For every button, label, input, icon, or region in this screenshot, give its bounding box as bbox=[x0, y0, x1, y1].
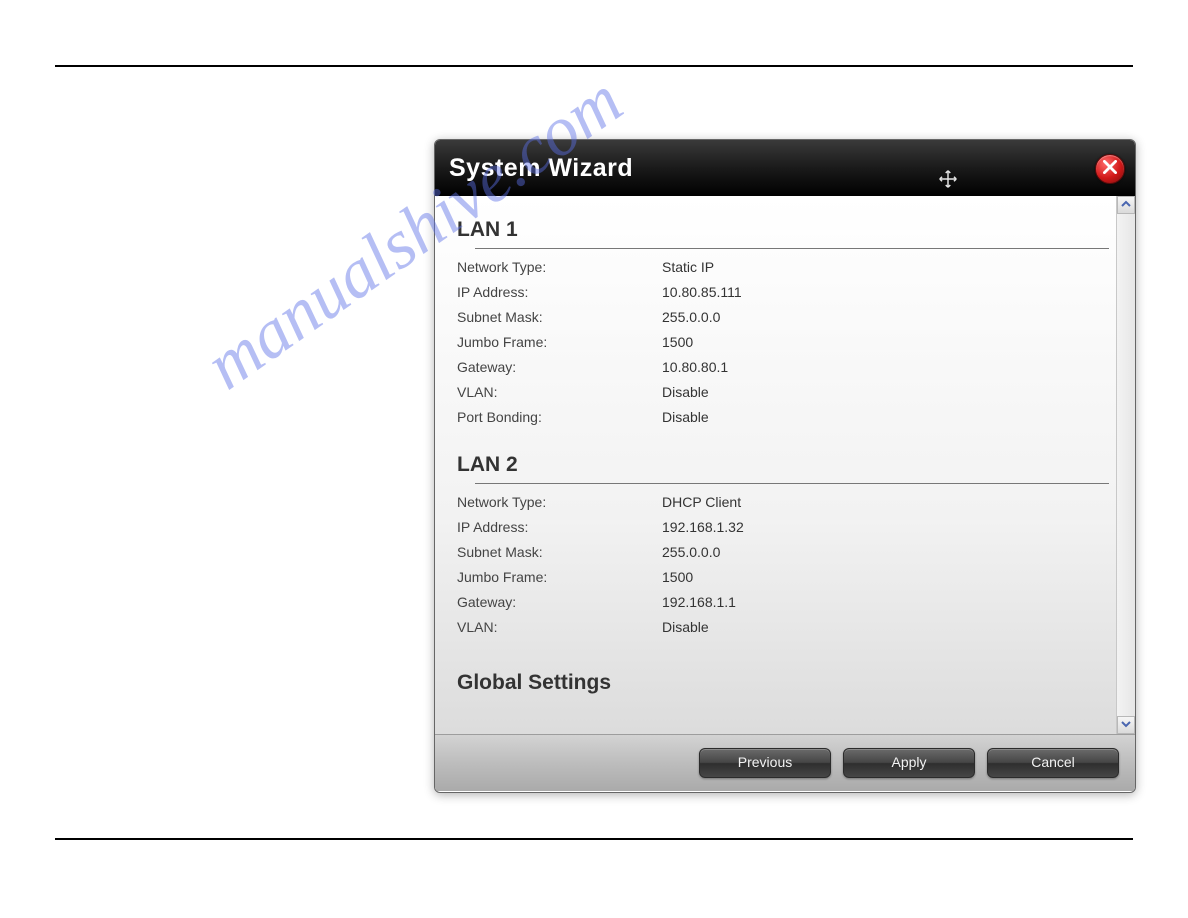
chevron-up-icon bbox=[1121, 196, 1131, 214]
lan1-port-bonding-row: Port Bonding: Disable bbox=[457, 409, 1127, 425]
section-title-lan2: LAN 2 bbox=[457, 453, 1127, 477]
field-value: Disable bbox=[662, 384, 709, 400]
field-value: Disable bbox=[662, 409, 709, 425]
lan2-vlan-row: VLAN: Disable bbox=[457, 619, 1127, 635]
vertical-scrollbar[interactable] bbox=[1116, 196, 1135, 734]
dialog-body: LAN 1 Network Type: Static IP IP Address… bbox=[435, 196, 1135, 734]
lan2-gateway-row: Gateway: 192.168.1.1 bbox=[457, 594, 1127, 610]
field-label: Jumbo Frame: bbox=[457, 569, 662, 585]
field-value: 192.168.1.1 bbox=[662, 594, 736, 610]
field-label: Jumbo Frame: bbox=[457, 334, 662, 350]
dialog-footer: Previous Apply Cancel bbox=[435, 734, 1135, 791]
field-value: 255.0.0.0 bbox=[662, 544, 720, 560]
page-top-rule bbox=[55, 65, 1133, 67]
field-value: 1500 bbox=[662, 334, 693, 350]
field-value: 1500 bbox=[662, 569, 693, 585]
field-label: Network Type: bbox=[457, 494, 662, 510]
field-label: IP Address: bbox=[457, 284, 662, 300]
section-title-lan1: LAN 1 bbox=[457, 218, 1127, 242]
lan1-ip-address-row: IP Address: 10.80.85.111 bbox=[457, 284, 1127, 300]
page-bottom-rule bbox=[55, 838, 1133, 840]
field-value: 255.0.0.0 bbox=[662, 309, 720, 325]
previous-button[interactable]: Previous bbox=[699, 748, 831, 778]
dialog-title: System Wizard bbox=[449, 154, 633, 183]
scroll-content: LAN 1 Network Type: Static IP IP Address… bbox=[435, 196, 1127, 738]
lan2-ip-address-row: IP Address: 192.168.1.32 bbox=[457, 519, 1127, 535]
field-label: VLAN: bbox=[457, 619, 662, 635]
field-value: Static IP bbox=[662, 259, 714, 275]
section-title-global: Global Settings bbox=[457, 671, 1127, 695]
section-divider bbox=[475, 248, 1109, 250]
field-label: Gateway: bbox=[457, 594, 662, 610]
lan2-network-type-row: Network Type: DHCP Client bbox=[457, 494, 1127, 510]
chevron-down-icon bbox=[1121, 716, 1131, 734]
lan1-subnet-mask-row: Subnet Mask: 255.0.0.0 bbox=[457, 309, 1127, 325]
section-divider bbox=[475, 483, 1109, 485]
close-button[interactable] bbox=[1095, 154, 1125, 184]
field-value: 10.80.80.1 bbox=[662, 359, 728, 375]
field-label: VLAN: bbox=[457, 384, 662, 400]
lan2-subnet-mask-row: Subnet Mask: 255.0.0.0 bbox=[457, 544, 1127, 560]
lan1-network-type-row: Network Type: Static IP bbox=[457, 259, 1127, 275]
field-value: DHCP Client bbox=[662, 494, 741, 510]
system-wizard-dialog: System Wizard bbox=[434, 139, 1136, 793]
cancel-button[interactable]: Cancel bbox=[987, 748, 1119, 778]
field-label: Port Bonding: bbox=[457, 409, 662, 425]
dialog-titlebar[interactable]: System Wizard bbox=[435, 140, 1135, 196]
move-icon[interactable] bbox=[937, 168, 959, 190]
close-icon bbox=[1103, 160, 1117, 179]
scroll-up-button[interactable] bbox=[1117, 196, 1135, 214]
field-label: IP Address: bbox=[457, 519, 662, 535]
field-label: Subnet Mask: bbox=[457, 309, 662, 325]
lan1-jumbo-frame-row: Jumbo Frame: 1500 bbox=[457, 334, 1127, 350]
lan1-gateway-row: Gateway: 10.80.80.1 bbox=[457, 359, 1127, 375]
field-value: Disable bbox=[662, 619, 709, 635]
apply-button[interactable]: Apply bbox=[843, 748, 975, 778]
field-label: Subnet Mask: bbox=[457, 544, 662, 560]
field-value: 192.168.1.32 bbox=[662, 519, 744, 535]
scroll-down-button[interactable] bbox=[1117, 716, 1135, 734]
lan1-vlan-row: VLAN: Disable bbox=[457, 384, 1127, 400]
field-value: 10.80.85.111 bbox=[662, 284, 742, 300]
lan2-jumbo-frame-row: Jumbo Frame: 1500 bbox=[457, 569, 1127, 585]
field-label: Network Type: bbox=[457, 259, 662, 275]
field-label: Gateway: bbox=[457, 359, 662, 375]
